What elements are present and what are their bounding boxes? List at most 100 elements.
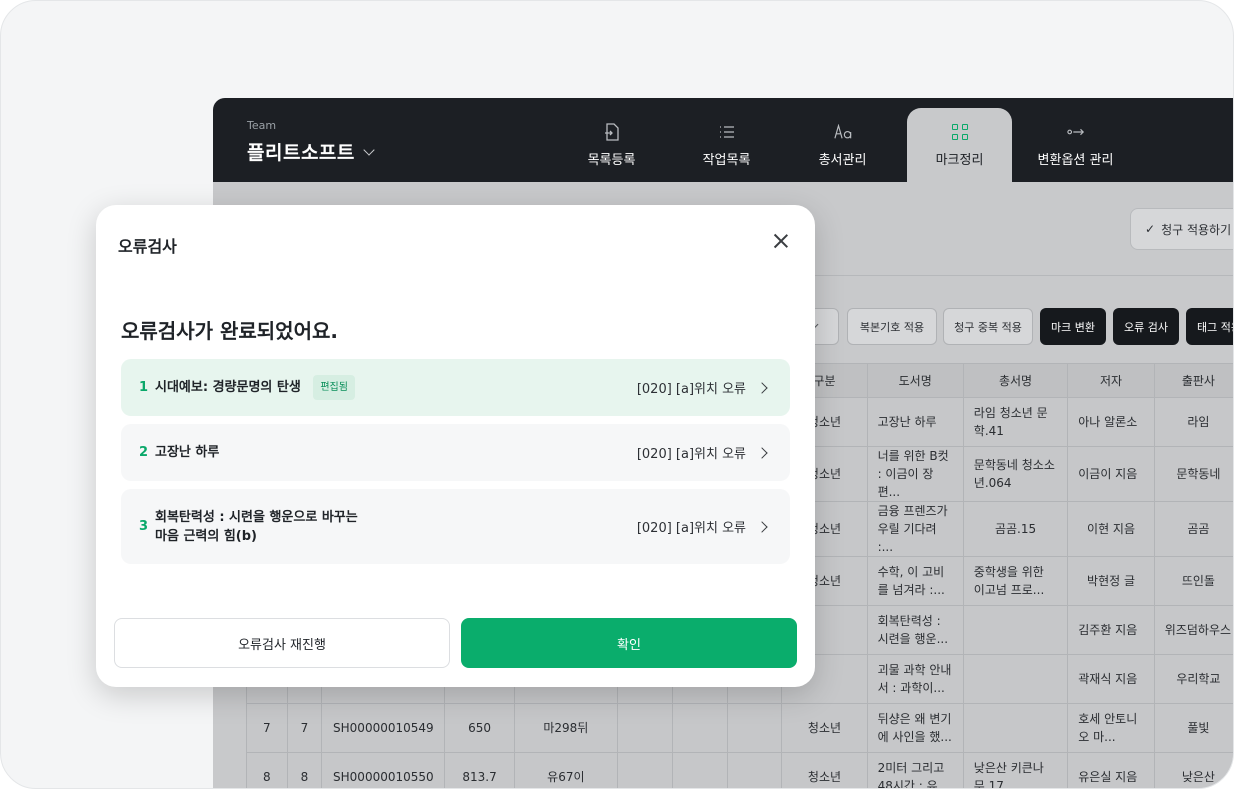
modal-title: 오류검사: [118, 237, 177, 256]
cell-callno: 마298뒤: [513, 703, 618, 753]
claim-duplicate-button[interactable]: 청구 중복 적용: [943, 308, 1033, 345]
chevron-right-icon: [756, 520, 768, 533]
tab-work-list[interactable]: 작업목록: [674, 108, 779, 182]
tag-apply-button[interactable]: 태그 적용: [1186, 308, 1233, 345]
tab-label: 변환옵션 관리: [1037, 152, 1114, 168]
col-header-author[interactable]: 저자: [1067, 363, 1155, 398]
error-title: 고장난 하루: [155, 445, 220, 460]
rerun-check-button[interactable]: 오류검사 재진행: [114, 618, 450, 668]
error-number: 3: [139, 519, 149, 534]
grid-icon: [951, 123, 969, 141]
error-title-line1: 회복탄력성 : 시련을 행운으로 바꾸는: [155, 509, 358, 525]
error-item[interactable]: 2 고장난 하루 [020] [a]위치 오류: [121, 424, 790, 481]
team-label: Team: [247, 119, 277, 132]
chevron-right-icon: [756, 381, 768, 394]
cell-title: 수학, 이 고비를 넘겨라 :...: [866, 556, 964, 606]
cell-category: 청소년: [781, 703, 868, 753]
cell-class: 650: [444, 703, 515, 753]
error-title-line2: 마음 근력의 힘(b): [155, 528, 258, 544]
top-navigation-bar: Team 플리트소프트 목록등록 작업목록 총서관리 마크정리 변환옵션 관리: [213, 98, 1233, 182]
error-title-text: 시대예보: 경량문명의 탄생: [155, 380, 301, 395]
table-row[interactable]: 8 8 SH00000010550 813.7 유67이 청소년 2미터 그리고…: [246, 752, 1233, 788]
cell-series: 중학생을 위한 이고넘 프로...: [962, 556, 1069, 606]
error-title: 회복탄력성 : 시련을 행운으로 바꾸는 마음 근력의 힘(b): [155, 508, 358, 546]
cell-author: 김주환 지음: [1067, 605, 1155, 655]
chevron-down-icon: [363, 143, 375, 156]
table-row[interactable]: 7 7 SH00000010549 650 마298뒤 청소년 뒤샹은 왜 변기…: [246, 703, 1233, 753]
check-icon: ✓: [1145, 222, 1156, 236]
tab-label: 마크정리: [935, 152, 984, 168]
cell-title: 고장난 하루: [866, 397, 964, 447]
cell-title: 괴물 과학 안내서 : 과학이...: [866, 654, 964, 704]
cell-publisher: 라임: [1153, 397, 1233, 447]
window-frame: Team 플리트소프트 목록등록 작업목록 총서관리 마크정리 변환옵션 관리 …: [0, 0, 1234, 789]
cell-publisher: 위즈덤하우스: [1153, 605, 1233, 655]
error-check-button[interactable]: 오류 검사: [1113, 308, 1179, 345]
cell-series: [962, 605, 1069, 655]
cell-author: 이금이 지음: [1067, 446, 1155, 502]
mark-convert-button[interactable]: 마크 변환: [1040, 308, 1106, 345]
modal-heading: 오류검사가 완료되었어요.: [121, 319, 338, 343]
error-number: 1: [139, 380, 149, 395]
cell-series: 곰곰.15: [962, 501, 1069, 557]
claim-apply-button[interactable]: ✓ 청구 적용하기: [1130, 208, 1233, 250]
claim-apply-label: 청구 적용하기: [1161, 222, 1232, 237]
tab-series-manage[interactable]: 총서관리: [790, 108, 895, 182]
error-code: [020] [a]위치 오류: [637, 378, 772, 397]
cell-publisher: 뜨인돌: [1153, 556, 1233, 606]
tab-list-register[interactable]: 목록등록: [559, 108, 664, 182]
edited-badge: 편집됨: [313, 375, 355, 400]
error-code: [020] [a]위치 오류: [637, 517, 772, 536]
error-code-text: [020] [a]위치 오류: [636, 521, 746, 536]
confirm-button[interactable]: 확인: [461, 618, 797, 668]
cell-title: 금융 프렌즈가 우릴 기다려 :...: [866, 501, 964, 557]
error-item[interactable]: 3 회복탄력성 : 시련을 행운으로 바꾸는 마음 근력의 힘(b) [020]…: [121, 489, 790, 564]
cell-category: 청소년: [781, 752, 868, 788]
cell-series: [962, 703, 1069, 753]
tab-label: 작업목록: [702, 152, 751, 168]
cell-publisher: 문학동네: [1153, 446, 1233, 502]
copy-number-button[interactable]: 복본기호 적용: [847, 308, 937, 345]
cell-class: 813.7: [444, 752, 515, 788]
error-title: 시대예보: 경량문명의 탄생 편집됨: [155, 375, 355, 400]
cell-author: 이현 지음: [1067, 501, 1155, 557]
error-code: [020] [a]위치 오류: [637, 443, 772, 462]
cell-publisher: 곰곰: [1153, 501, 1233, 557]
cell-author: 유은실 지음: [1067, 752, 1155, 788]
col-header-publisher[interactable]: 출판사: [1153, 363, 1233, 398]
cell-registration: SH00000010549: [321, 703, 446, 753]
list-icon: [718, 123, 736, 141]
team-switcher[interactable]: 플리트소프트: [247, 138, 375, 165]
col-header-title[interactable]: 도서명: [866, 363, 964, 398]
tab-label: 총서관리: [818, 152, 867, 168]
error-code-text: [020] [a]위치 오류: [636, 447, 746, 462]
cell-registration: SH00000010550: [321, 752, 446, 788]
cell-series: [962, 654, 1069, 704]
cell-publisher: 낮은산: [1153, 752, 1233, 788]
team-name: 플리트소프트: [247, 142, 355, 164]
cell-title: 너를 위한 B컷 : 이금이 장편...: [866, 446, 964, 502]
cell-series: 낮은산 키큰나무.17: [962, 752, 1069, 788]
cell-series: 문학동네 청소소년.064: [962, 446, 1069, 502]
error-check-modal: 오류검사 오류검사가 완료되었어요. 1 시대예보: 경량문명의 탄생 편집됨 …: [96, 205, 815, 687]
cell-series: 라임 청소년 문학.41: [962, 397, 1069, 447]
cell-author: 박현정 글: [1067, 556, 1155, 606]
close-icon[interactable]: [770, 230, 792, 252]
tab-label: 목록등록: [587, 152, 636, 168]
tab-convert-options[interactable]: 변환옵션 관리: [1023, 108, 1128, 182]
tab-mark-organize[interactable]: 마크정리: [907, 108, 1012, 182]
cell-callno: 유67이: [513, 752, 618, 788]
cell-title: 2미터 그리고 48시간 : 유...: [866, 752, 964, 788]
cell-index: 8: [246, 752, 288, 788]
cell-author: 호세 안토니오 마...: [1067, 703, 1155, 753]
cell-publisher: 우리학교: [1153, 654, 1233, 704]
error-item[interactable]: 1 시대예보: 경량문명의 탄생 편집됨 [020] [a]위치 오류: [121, 359, 790, 416]
cell-publisher: 풀빛: [1153, 703, 1233, 753]
col-header-series[interactable]: 총서명: [962, 363, 1069, 398]
cell-author: 아나 알론소: [1067, 397, 1155, 447]
error-code-text: [020] [a]위치 오류: [636, 382, 746, 397]
cell-no: 8: [286, 752, 323, 788]
font-icon: [833, 123, 852, 141]
file-import-icon: [603, 122, 621, 141]
cell-no: 7: [286, 703, 323, 753]
